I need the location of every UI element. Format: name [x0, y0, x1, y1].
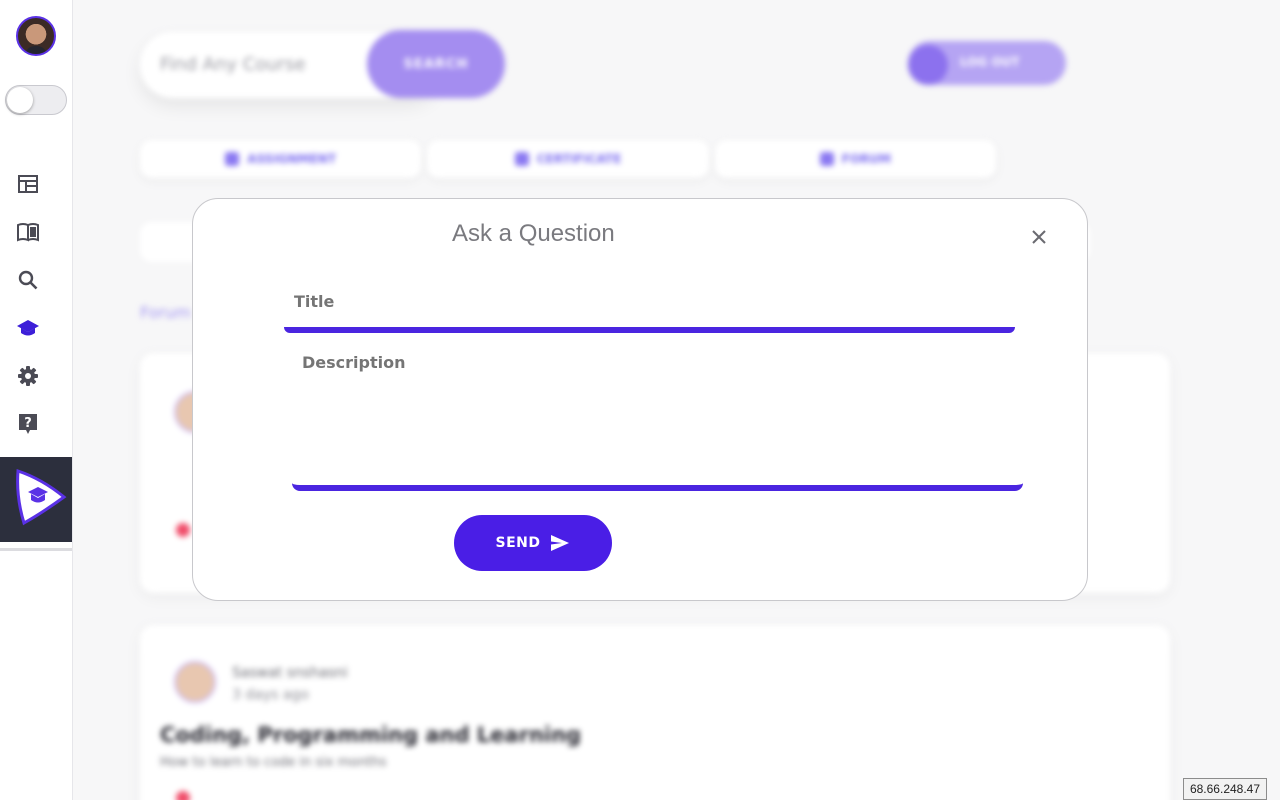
school-icon[interactable]	[16, 316, 40, 340]
author-name: Saswat snshasni	[232, 665, 348, 681]
breadcrumb[interactable]: Forum	[140, 303, 191, 322]
title-field	[284, 283, 1015, 333]
search-icon[interactable]	[16, 268, 40, 292]
send-icon	[551, 535, 570, 551]
logout-label: LOG OUT	[960, 55, 1020, 69]
tab-label: CERTIFICATE	[536, 152, 622, 166]
tab-certificate[interactable]: CERTIFICATE	[427, 140, 709, 178]
post-description: How to learn to code in six months	[160, 755, 387, 770]
dashboard-icon[interactable]	[16, 172, 40, 196]
theme-toggle[interactable]	[5, 85, 67, 115]
assignment-icon	[225, 152, 240, 166]
ip-address-label: 68.66.248.47	[1183, 778, 1267, 800]
app-logo[interactable]	[0, 457, 72, 542]
sidebar: ?	[0, 0, 73, 800]
forum-icon	[819, 152, 834, 166]
certificate-icon	[514, 152, 529, 166]
user-avatar[interactable]	[16, 16, 56, 56]
send-button[interactable]: SEND	[454, 515, 612, 571]
ask-question-modal: Ask a Question SEND	[192, 198, 1088, 601]
description-textarea[interactable]	[292, 341, 1023, 485]
title-input[interactable]	[284, 283, 1015, 327]
tab-bar: ASSIGNMENT CERTIFICATE FORUM	[140, 140, 996, 178]
heart-icon[interactable]	[176, 791, 190, 800]
forum-post-card[interactable]: Saswat snshasni 3 days ago Coding, Progr…	[140, 625, 1170, 800]
tab-forum[interactable]: FORUM	[714, 140, 996, 178]
logout-icon	[908, 45, 948, 85]
logout-button[interactable]: LOG OUT	[908, 41, 1066, 85]
svg-text:?: ?	[24, 416, 32, 431]
description-field	[292, 341, 1023, 491]
close-icon	[1032, 230, 1046, 244]
send-label: SEND	[495, 535, 541, 551]
search-button[interactable]: SEARCH	[367, 30, 505, 98]
tab-label: FORUM	[841, 152, 891, 166]
tab-label: ASSIGNMENT	[247, 152, 337, 166]
heart-icon[interactable]	[176, 523, 190, 537]
divider	[0, 548, 72, 551]
gear-icon[interactable]	[16, 364, 40, 388]
close-button[interactable]	[1027, 225, 1051, 249]
tab-assignment[interactable]: ASSIGNMENT	[140, 140, 422, 178]
author-avatar	[174, 661, 216, 703]
modal-title: Ask a Question	[452, 220, 615, 247]
post-title: Coding, Programming and Learning	[160, 723, 582, 747]
book-icon[interactable]	[16, 220, 40, 244]
help-icon[interactable]: ?	[16, 412, 40, 436]
toggle-knob	[7, 87, 33, 113]
search-placeholder: Find Any Course	[160, 54, 306, 75]
post-time: 3 days ago	[232, 687, 309, 703]
